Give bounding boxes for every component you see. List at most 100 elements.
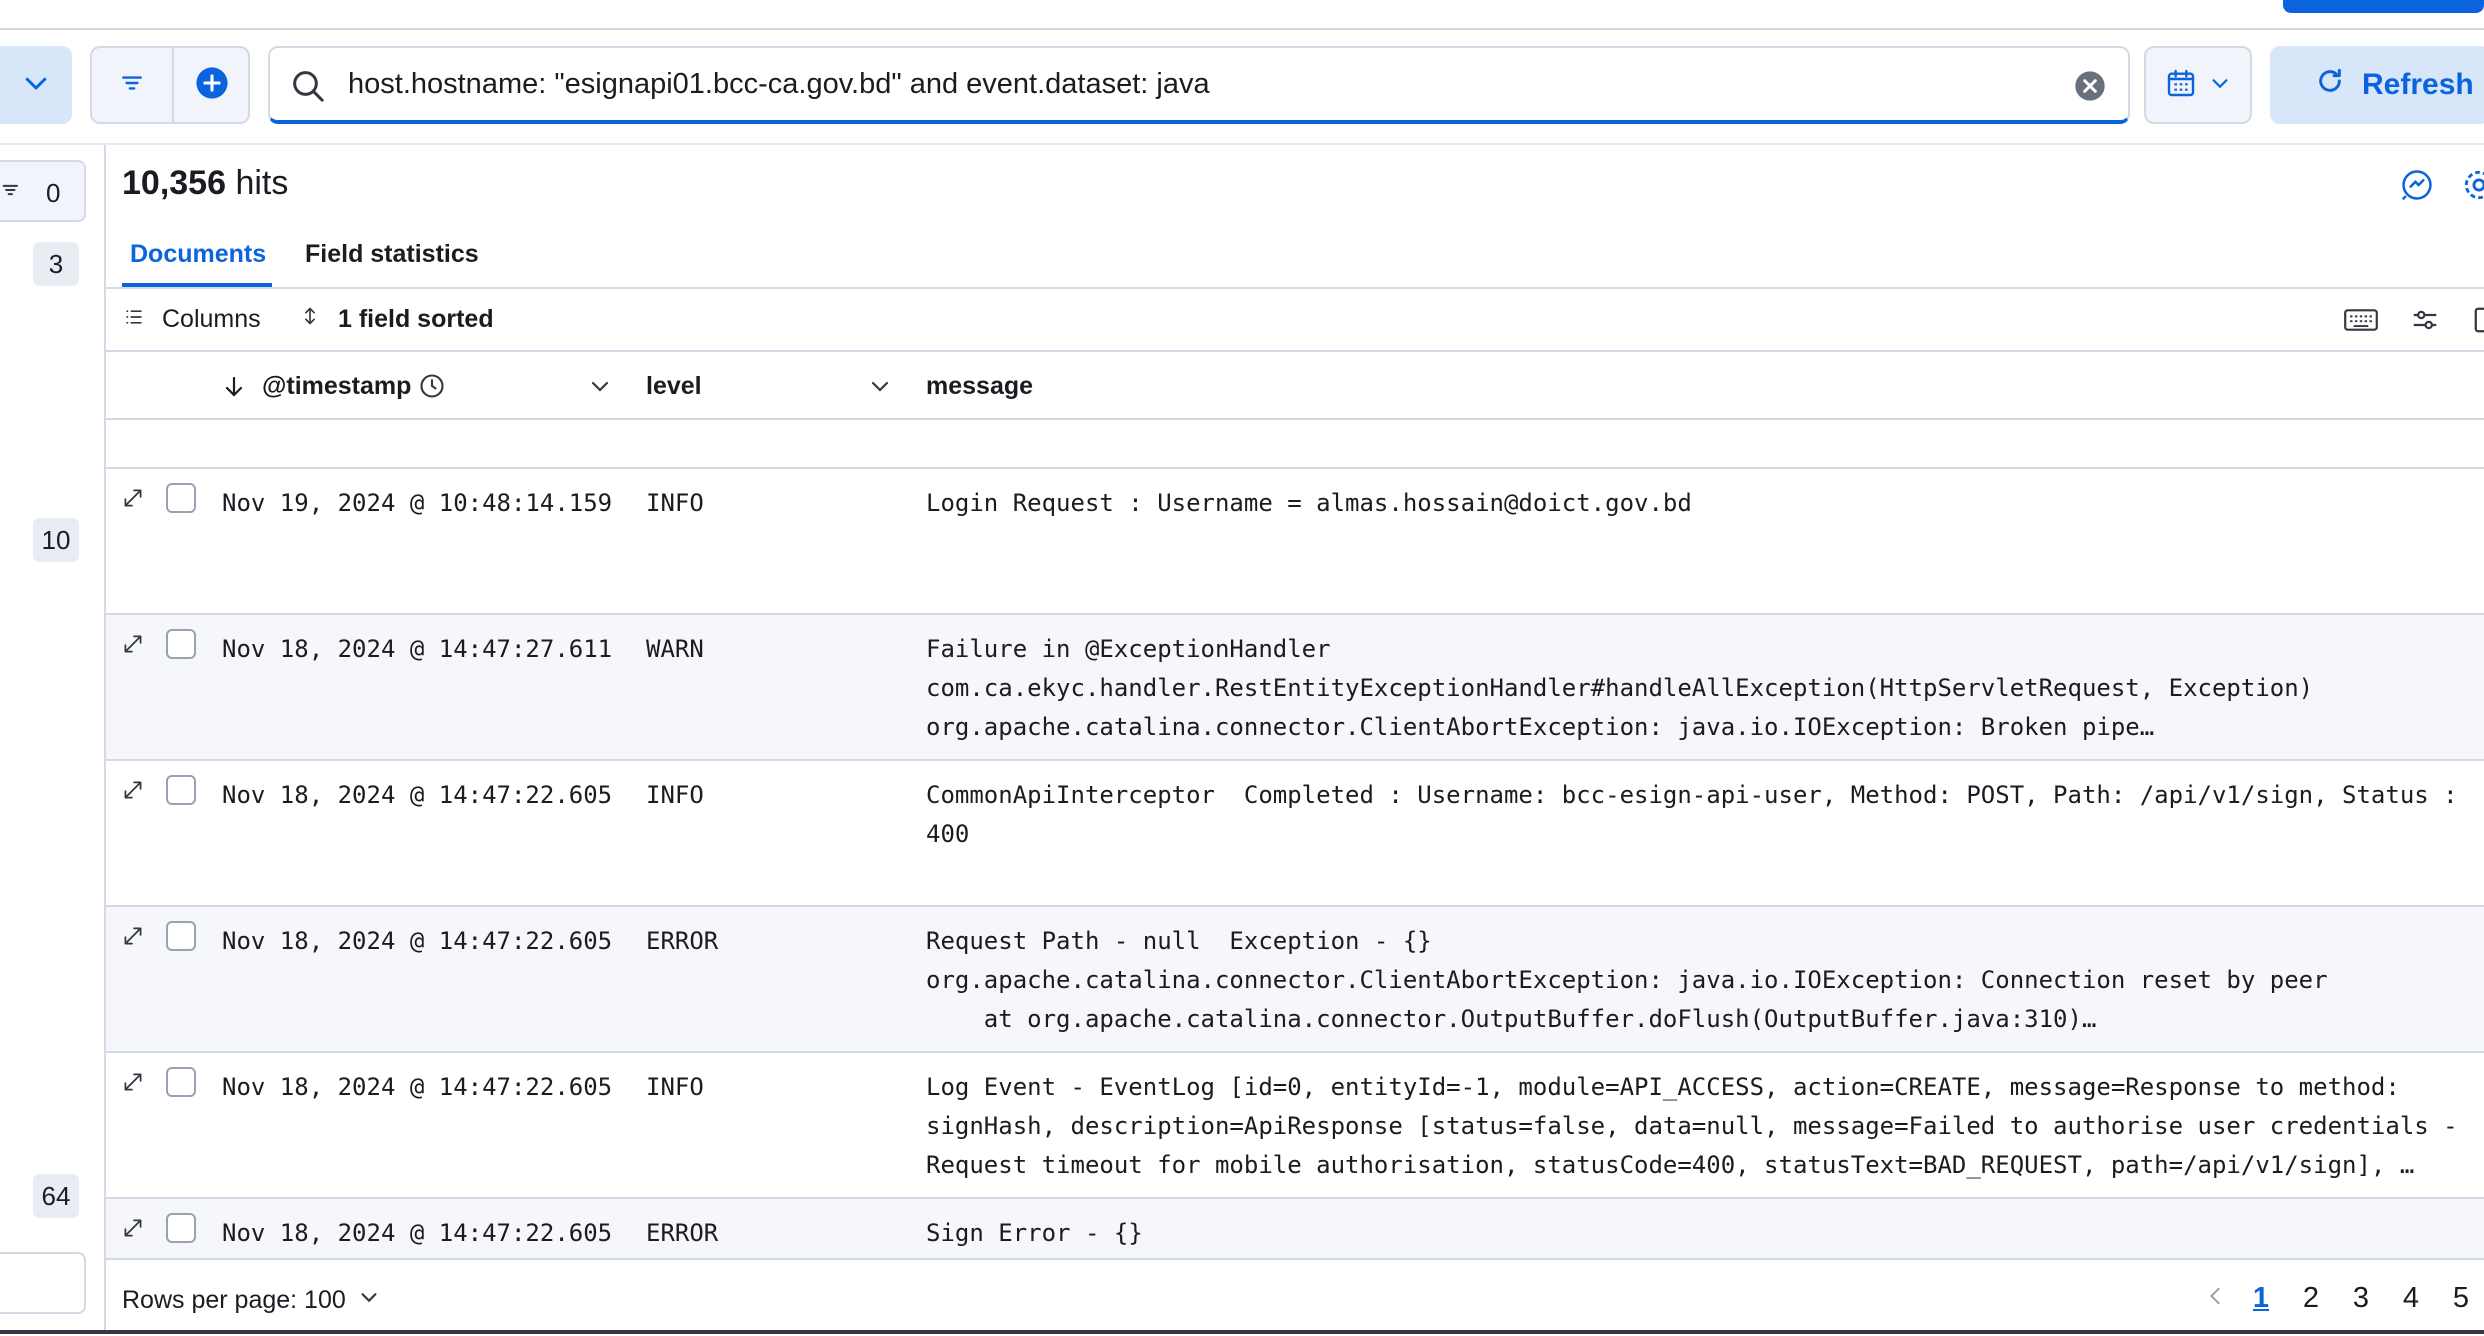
cell-message-line: CommonApiInterceptor Completed : Usernam… xyxy=(926,781,2458,809)
cell-timestamp: Nov 18, 2024 @ 14:47:22.605 xyxy=(222,1073,613,1101)
filter-options-button[interactable] xyxy=(92,48,172,122)
field-count-badge: 10 xyxy=(33,518,79,562)
expand-icon[interactable] xyxy=(120,1069,146,1100)
fullscreen-icon[interactable] xyxy=(2472,305,2484,340)
cell-timestamp: Nov 18, 2024 @ 14:47:27.611 xyxy=(222,635,613,663)
divider xyxy=(0,143,2484,145)
clear-query-icon[interactable] xyxy=(2074,70,2106,107)
tab-documents[interactable]: Documents xyxy=(130,240,266,269)
chevron-left-icon[interactable] xyxy=(2196,1283,2236,1314)
field-count-badge: 64 xyxy=(33,1174,79,1218)
row-checkbox[interactable] xyxy=(166,921,196,951)
tab-field-statistics[interactable]: Field statistics xyxy=(305,240,479,269)
cell-message-line: Log Event - EventLog [id=0, entityId=-1,… xyxy=(926,1073,2400,1101)
keyboard-icon[interactable] xyxy=(2344,305,2378,340)
column-header-message[interactable]: message xyxy=(926,372,1033,401)
query-input[interactable]: host.hostname: "esignapi01.bcc-ca.gov.bd… xyxy=(348,68,1210,101)
chevron-down-icon[interactable] xyxy=(588,374,612,403)
cell-message-line: signHash, description=ApiResponse [statu… xyxy=(926,1112,2458,1140)
display-settings-icon[interactable] xyxy=(2410,305,2440,340)
cell-message-line: com.ca.ekyc.handler.RestEntityExceptionH… xyxy=(926,674,2314,702)
cell-message-line: Sign Error - {} xyxy=(926,1219,1143,1247)
search-icon xyxy=(288,66,328,111)
cell-timestamp: Nov 18, 2024 @ 14:47:22.605 xyxy=(222,1219,613,1247)
hits-count: 10,356 hits xyxy=(122,164,289,202)
expand-icon[interactable] xyxy=(120,485,146,516)
expand-icon[interactable] xyxy=(120,923,146,954)
cell-message-line: org.apache.catalina.connector.ClientAbor… xyxy=(926,966,2328,994)
rows-per-page-selector[interactable]: Rows per page: 100 xyxy=(122,1286,380,1315)
top-header-bar xyxy=(0,0,2484,30)
field-sidebar xyxy=(0,145,106,1334)
cell-message-line: org.apache.catalina.connector.ClientAbor… xyxy=(926,713,2155,741)
expand-icon[interactable] xyxy=(120,777,146,808)
grid-toolbar: Columns 1 field sorted xyxy=(106,289,2484,349)
table-row[interactable]: Nov 18, 2024 @ 14:47:22.605 ERROR Reques… xyxy=(106,907,2484,1053)
pagination: 1 2 3 4 5 xyxy=(2196,1282,2484,1315)
filter-button-group xyxy=(90,46,250,124)
date-picker-button[interactable] xyxy=(2144,46,2252,124)
refresh-icon xyxy=(2314,65,2346,105)
cell-message-line: Request timeout for mobile authorisation… xyxy=(926,1151,2415,1179)
cell-message-line: 400 xyxy=(926,820,970,848)
filter-count: 0 xyxy=(46,178,61,208)
top-primary-button[interactable] xyxy=(2283,0,2484,13)
expand-icon[interactable] xyxy=(120,631,146,662)
cell-level: ERROR xyxy=(646,1219,719,1247)
sidebar-bottom-input[interactable] xyxy=(0,1252,86,1314)
cell-level: ERROR xyxy=(646,927,719,955)
cell-level: INFO xyxy=(646,1073,704,1101)
row-checkbox[interactable] xyxy=(166,483,196,513)
table-row[interactable]: Nov 18, 2024 @ 14:47:22.605 INFO CommonA… xyxy=(106,761,2484,907)
table-row[interactable]: Nov 18, 2024 @ 14:47:22.605 INFO Log Eve… xyxy=(106,1053,2484,1199)
cell-message-line: Request Path - null Exception - {} xyxy=(926,927,1432,955)
list-icon xyxy=(124,305,144,334)
gear-icon[interactable] xyxy=(2460,166,2484,209)
sidebar-filter-button[interactable]: 0 xyxy=(0,160,86,222)
query-search-bar[interactable]: host.hostname: "esignapi01.bcc-ca.gov.bd… xyxy=(268,46,2130,124)
cell-timestamp: Nov 19, 2024 @ 10:48:14.159 xyxy=(222,489,613,517)
page-2-button[interactable]: 2 xyxy=(2286,1282,2336,1315)
cell-message-line: at org.apache.catalina.connector.OutputB… xyxy=(926,1005,2097,1033)
filter-icon xyxy=(119,70,145,101)
calendar-icon xyxy=(2165,67,2197,104)
column-header-timestamp[interactable]: @timestamp xyxy=(262,372,411,401)
columns-button[interactable]: Columns xyxy=(124,305,261,334)
cell-message-line: Failure in @ExceptionHandler xyxy=(926,635,1331,663)
clock-icon xyxy=(418,372,446,405)
row-checkbox[interactable] xyxy=(166,775,196,805)
table-row[interactable]: Nov 19, 2024 @ 10:48:14.159 INFO Login R… xyxy=(106,469,2484,615)
page-3-button[interactable]: 3 xyxy=(2336,1282,2386,1315)
pagination-footer: Rows per page: 100 1 2 3 4 5 xyxy=(106,1258,2484,1336)
row-checkbox[interactable] xyxy=(166,1067,196,1097)
table-row[interactable]: Nov 18, 2024 @ 14:47:22.605 ERROR Sign E… xyxy=(106,1199,2484,1258)
bottom-border xyxy=(0,1330,2484,1334)
filter-icon xyxy=(2,180,22,205)
cell-timestamp: Nov 18, 2024 @ 14:47:22.605 xyxy=(222,927,613,955)
sort-fields-button[interactable]: 1 field sorted xyxy=(300,305,494,334)
table-row[interactable]: Nov 18, 2024 @ 14:47:27.611 WARN Failure… xyxy=(106,615,2484,761)
page-1-button[interactable]: 1 xyxy=(2236,1282,2286,1315)
divider xyxy=(106,418,2484,420)
cell-message-line: Login Request : Username = almas.hossain… xyxy=(926,489,1692,517)
expand-icon[interactable] xyxy=(120,1215,146,1246)
refresh-button[interactable]: Refresh xyxy=(2270,46,2484,124)
row-checkbox[interactable] xyxy=(166,629,196,659)
page-5-button[interactable]: 5 xyxy=(2436,1282,2484,1315)
chevron-down-icon xyxy=(2209,72,2231,99)
cell-level: INFO xyxy=(646,781,704,809)
data-view-dropdown-button[interactable] xyxy=(0,46,72,124)
grid-column-headers: @timestamp level message xyxy=(106,352,2484,418)
cell-level: WARN xyxy=(646,635,704,663)
sort-descending-icon[interactable] xyxy=(222,374,246,405)
chevron-down-icon xyxy=(358,1286,380,1315)
plus-circle-icon xyxy=(195,66,229,105)
sort-icon xyxy=(300,305,320,334)
refresh-label: Refresh xyxy=(2362,68,2474,101)
chevron-down-icon[interactable] xyxy=(868,374,892,403)
add-filter-button[interactable] xyxy=(174,48,250,122)
inspect-icon[interactable] xyxy=(2398,166,2436,209)
page-4-button[interactable]: 4 xyxy=(2386,1282,2436,1315)
column-header-level[interactable]: level xyxy=(646,372,702,401)
row-checkbox[interactable] xyxy=(166,1213,196,1243)
